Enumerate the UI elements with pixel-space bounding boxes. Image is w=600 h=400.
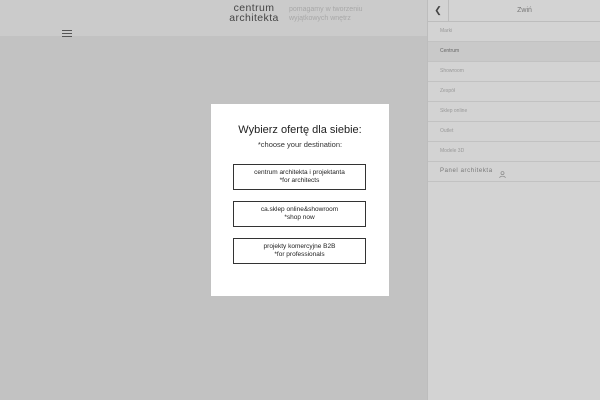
collapse-button[interactable]: Zwiń <box>449 0 600 21</box>
hamburger-menu-icon[interactable] <box>62 30 72 37</box>
menu-item-centrum[interactable]: Centrum <box>428 42 600 62</box>
menu-item-showroom[interactable]: Showroom <box>428 62 600 82</box>
menu-item-panel-architekta[interactable]: Panel architekta <box>428 162 600 182</box>
user-icon <box>498 168 506 179</box>
option-label: centrum architekta i projektanta <box>254 169 345 176</box>
hamburger-line <box>62 33 72 34</box>
chevron-left-icon[interactable]: ❮ <box>428 0 449 21</box>
option-sublabel: *for professionals <box>274 251 325 258</box>
offer-selection-modal: Wybierz ofertę dla siebie: *choose your … <box>211 104 389 296</box>
hamburger-line <box>62 36 72 37</box>
menu-item-marki[interactable]: Marki <box>428 22 600 42</box>
modal-subtitle: *choose your destination: <box>257 140 343 149</box>
tagline-line-1: pomagamy w tworzeniu <box>289 6 363 13</box>
option-label: ca.sklep online&showroom <box>260 206 339 213</box>
option-label: projekty komercyjne B2B <box>263 243 336 250</box>
menu-item-sklep-online[interactable]: Sklep online <box>428 102 600 122</box>
modal-title: Wybierz ofertę dla siebie: <box>238 124 362 136</box>
panel-architekta-label: Panel architekta <box>440 168 493 174</box>
menu-item-outlet[interactable]: Outlet <box>428 122 600 142</box>
site-tagline: pomagamy w tworzeniu wyjątkowych wnętrz <box>289 5 389 23</box>
menu-item-modele-3d[interactable]: Modele 3D <box>428 142 600 162</box>
option-architects-button[interactable]: centrum architekta i projektanta *for ar… <box>233 164 366 190</box>
hamburger-line <box>62 30 72 31</box>
option-shop-button[interactable]: ca.sklep online&showroom *shop now <box>233 201 366 227</box>
site-logo[interactable]: centrum architekta <box>224 3 284 24</box>
side-menu-panel: ❮ Zwiń Marki Centrum Showroom Zespół Skl… <box>427 0 600 400</box>
logo-line-2: architekta <box>229 11 279 24</box>
site-header: centrum architekta pomagamy w tworzeniu … <box>0 0 427 37</box>
option-sublabel: *shop now <box>284 214 315 221</box>
menu-item-zespol[interactable]: Zespół <box>428 82 600 102</box>
tagline-line-2: wyjątkowych wnętrz <box>289 15 351 22</box>
option-sublabel: *for architects <box>279 177 320 184</box>
option-professionals-button[interactable]: projekty komercyjne B2B *for professiona… <box>233 238 366 264</box>
side-panel-top-bar: ❮ Zwiń <box>428 0 600 22</box>
